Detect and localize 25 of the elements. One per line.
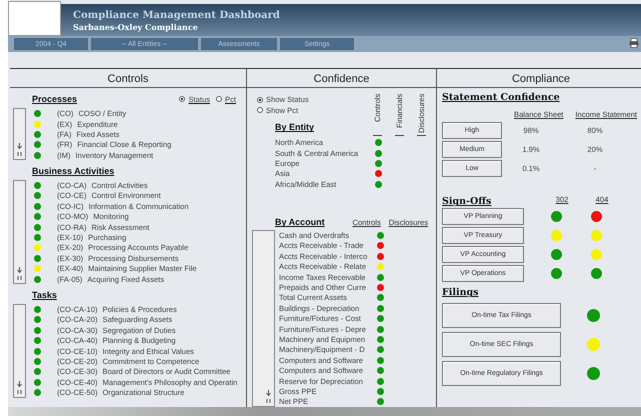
- radio-circle-icon[interactable]: [257, 96, 263, 103]
- scrollbar[interactable]: [13, 304, 26, 398]
- section-title: Processes: [32, 94, 78, 104]
- scroll-arrow-icon[interactable]: [16, 380, 23, 395]
- scroll-arrow-icon[interactable]: [16, 267, 23, 282]
- radio-circle-icon[interactable]: [216, 96, 222, 102]
- section-title: Tasks: [32, 290, 57, 300]
- section-title: Statement Confidence: [442, 92, 561, 104]
- scroll-arrow-icon[interactable]: [265, 390, 272, 404]
- logo-placeholder: [8, 1, 61, 36]
- column-title: Controls: [10, 69, 246, 88]
- scrollbar[interactable]: [13, 108, 26, 160]
- section-title: Sign-Offs: [442, 196, 492, 208]
- dashboard-title: Compliance Management Dashboard: [73, 10, 280, 21]
- scrollbar[interactable]: [252, 230, 275, 408]
- radio-circle-icon[interactable]: [257, 107, 263, 114]
- radio-circle-icon[interactable]: [179, 96, 186, 102]
- dashboard-subtitle: Sarbanes-Oxley Compliance: [73, 22, 199, 32]
- section-title: Business Activities: [32, 166, 114, 176]
- scrollbar[interactable]: [13, 180, 26, 284]
- column-title: Confidence: [247, 69, 436, 88]
- section-title: By Account: [275, 217, 326, 228]
- section-title: Filings: [442, 287, 480, 298]
- scroll-arrow-icon[interactable]: [16, 143, 23, 158]
- column-title: Compliance: [437, 69, 641, 88]
